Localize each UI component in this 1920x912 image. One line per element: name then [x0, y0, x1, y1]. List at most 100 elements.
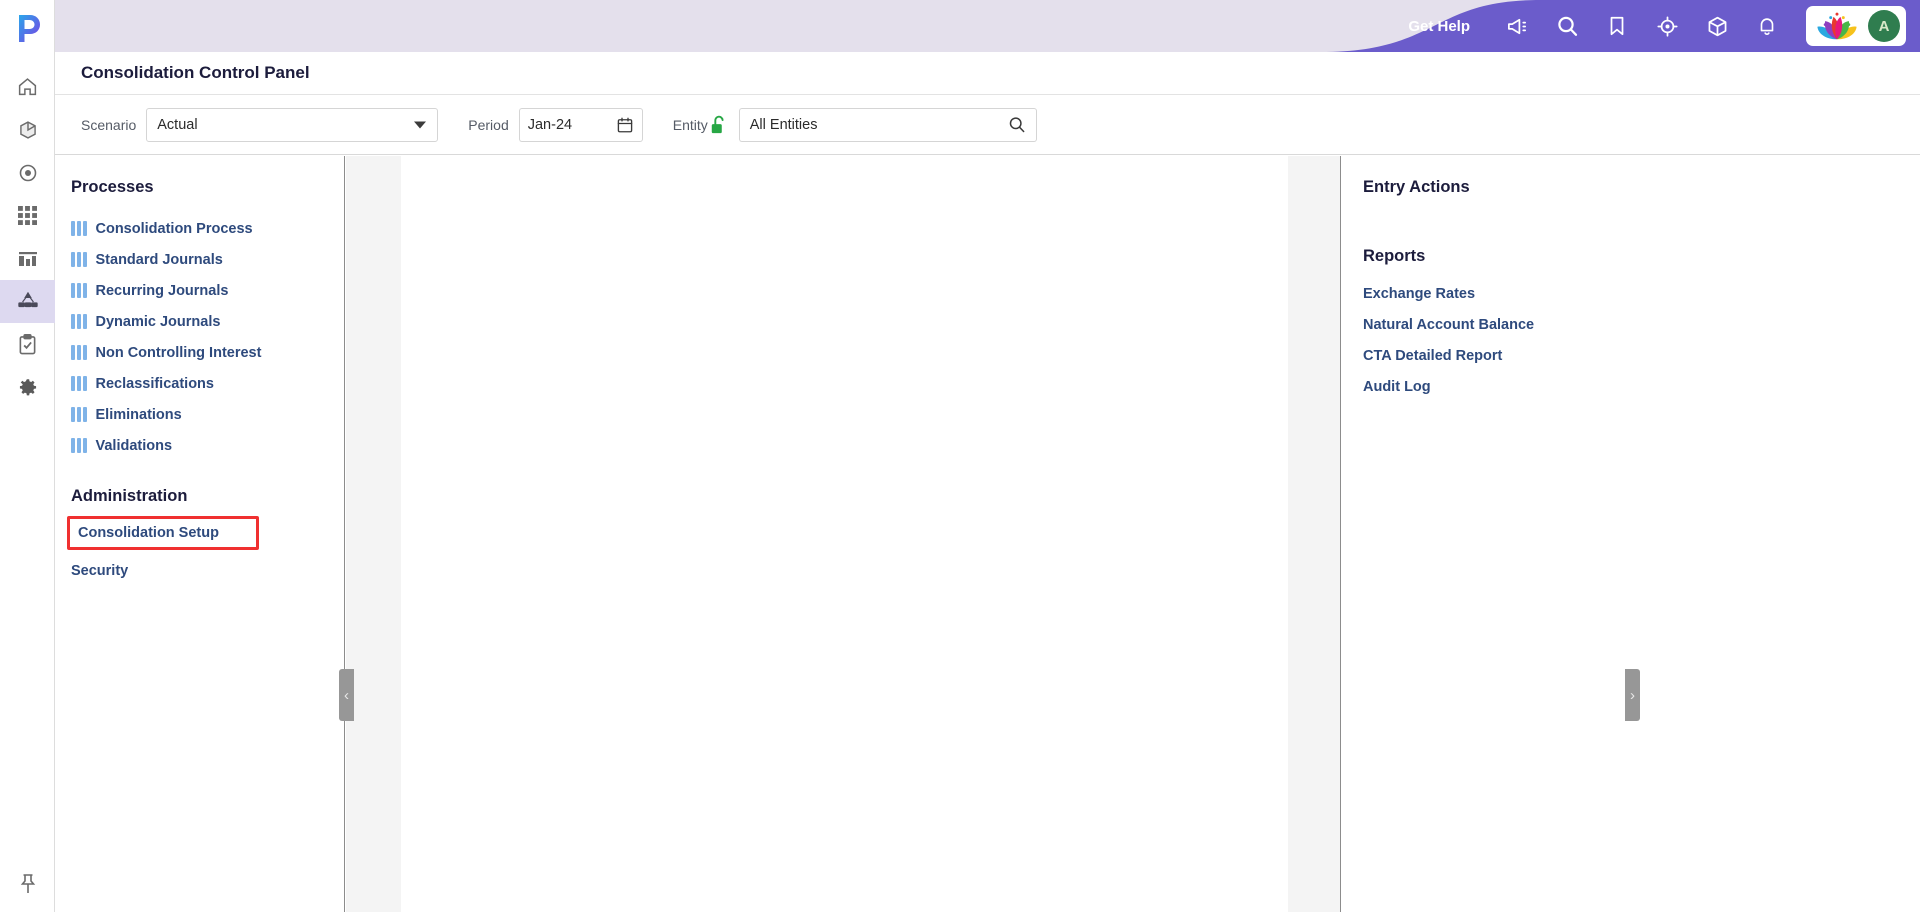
box-icon: [1708, 16, 1726, 36]
scenario-select[interactable]: Actual: [146, 107, 439, 142]
app-logo[interactable]: [0, 0, 55, 55]
sidebar-item-targets[interactable]: [0, 151, 55, 194]
period-value: Jan-24: [527, 116, 573, 133]
sidebar-item-reports[interactable]: [0, 237, 55, 280]
bars-icon: [71, 345, 87, 360]
bars-icon: [71, 407, 87, 422]
top-header: Get Help A: [55, 0, 1920, 52]
bars-icon: [71, 283, 87, 298]
collapse-left-panel-handle[interactable]: ‹: [339, 669, 354, 721]
target-icon: [1656, 15, 1678, 37]
report-item-label: Natural Account Balance: [1363, 316, 1535, 333]
process-item-label: Reclassifications: [95, 375, 214, 392]
bookmarks-button[interactable]: [1592, 0, 1642, 52]
report-item-label: Audit Log: [1363, 378, 1431, 395]
clipboard-check-icon: [19, 334, 36, 355]
sidebar-item-tasks[interactable]: [0, 323, 55, 366]
unlock-icon: [711, 115, 724, 133]
expand-right-panel-handle[interactable]: ›: [1625, 669, 1640, 721]
admin-item-consolidation-setup[interactable]: Consolidation Setup: [67, 516, 259, 550]
process-item-label: Validations: [95, 437, 173, 454]
process-item-label: Eliminations: [95, 406, 182, 423]
right-gutter: [1288, 156, 1340, 912]
header-actions: Get Help A: [1408, 0, 1920, 52]
process-item-dynamic-journals[interactable]: Dynamic Journals: [71, 306, 344, 337]
sidebar-item-models[interactable]: [0, 108, 55, 151]
navigator-button[interactable]: [1642, 0, 1692, 52]
processes-panel: Processes Consolidation Process Standard…: [55, 156, 345, 912]
process-item-eliminations[interactable]: Eliminations: [71, 399, 344, 430]
chevron-down-icon: [414, 121, 427, 128]
process-item-label: Standard Journals: [95, 251, 223, 268]
process-item-label: Consolidation Process: [95, 220, 253, 237]
entity-search-button[interactable]: [996, 107, 1037, 142]
sidebar-item-grid[interactable]: [0, 194, 55, 237]
home-icon: [18, 78, 37, 96]
avatar: A: [1868, 10, 1900, 42]
lotus-logo-icon: [1817, 12, 1857, 40]
bars-icon: [71, 314, 87, 329]
admin-item-security[interactable]: Security: [71, 555, 344, 586]
period-label: Period: [468, 116, 509, 133]
search-button[interactable]: [1542, 0, 1592, 52]
target-dot-icon: [19, 164, 36, 181]
actions-panel-inner: Entry Actions Reports Exchange Rates Nat…: [1341, 156, 1920, 402]
filter-bar: Scenario Actual Period Jan-24 Entity All…: [55, 95, 1920, 155]
get-help-button[interactable]: Get Help: [1408, 18, 1470, 35]
body-area: Processes Consolidation Process Standard…: [55, 156, 1920, 912]
entity-label: Entity: [672, 116, 708, 133]
bars-icon: [71, 438, 87, 453]
admin-item-label: Security: [71, 562, 129, 579]
bar-chart-icon: [18, 251, 37, 266]
report-item-natural-account-balance[interactable]: Natural Account Balance: [1363, 309, 1920, 340]
rail-item-list: [0, 55, 55, 409]
announcements-button[interactable]: [1492, 0, 1542, 52]
bars-icon: [71, 376, 87, 391]
period-input[interactable]: Jan-24: [518, 107, 609, 142]
process-item-label: Non Controlling Interest: [95, 344, 262, 361]
entry-actions-heading: Entry Actions: [1363, 178, 1470, 196]
sidebar-item-consolidation[interactable]: [0, 280, 55, 323]
p-logo-icon: [18, 14, 40, 42]
reports-heading: Reports: [1363, 247, 1426, 265]
entity-input[interactable]: All Entities: [738, 107, 997, 142]
page-title: Consolidation Control Panel: [81, 63, 310, 82]
actions-panel: Entry Actions Reports Exchange Rates Nat…: [1340, 156, 1920, 912]
megaphone-icon: [1507, 18, 1526, 34]
process-item-reclassifications[interactable]: Reclassifications: [71, 368, 344, 399]
administration-list: Consolidation Setup Security: [67, 516, 344, 586]
pin-icon: [20, 874, 35, 893]
period-calendar-button[interactable]: [608, 107, 643, 142]
grid-icon: [18, 206, 37, 225]
user-menu[interactable]: A: [1806, 6, 1906, 46]
sidebar-item-settings[interactable]: [0, 366, 55, 409]
report-item-label: CTA Detailed Report: [1363, 347, 1503, 364]
sidebar-item-home[interactable]: [0, 65, 55, 108]
bars-icon: [71, 252, 87, 267]
entity-lock-button[interactable]: [710, 115, 727, 135]
process-item-standard-journals[interactable]: Standard Journals: [71, 244, 344, 275]
gear-icon: [19, 378, 36, 395]
notifications-button[interactable]: [1742, 0, 1792, 52]
search-icon: [1009, 117, 1025, 133]
process-item-recurring-journals[interactable]: Recurring Journals: [71, 275, 344, 306]
bookmark-icon: [1610, 16, 1624, 36]
process-item-non-controlling-interest[interactable]: Non Controlling Interest: [71, 337, 344, 368]
pin-sidebar-button[interactable]: [0, 864, 55, 904]
process-item-consolidation-process[interactable]: Consolidation Process: [71, 213, 344, 244]
administration-heading: Administration: [71, 487, 188, 505]
apps-button[interactable]: [1692, 0, 1742, 52]
report-item-audit-log[interactable]: Audit Log: [1363, 371, 1920, 402]
report-item-cta-detailed-report[interactable]: CTA Detailed Report: [1363, 340, 1920, 371]
process-item-validations[interactable]: Validations: [71, 430, 344, 461]
bars-icon: [71, 221, 87, 236]
processes-panel-inner: Processes Consolidation Process Standard…: [55, 156, 344, 586]
cube-icon: [19, 120, 36, 139]
scenario-value: Actual: [157, 116, 198, 133]
process-item-label: Dynamic Journals: [95, 313, 221, 330]
hierarchy-icon: [17, 291, 38, 307]
process-item-label: Recurring Journals: [95, 282, 229, 299]
report-item-exchange-rates[interactable]: Exchange Rates: [1363, 278, 1920, 309]
page-title-bar: Consolidation Control Panel: [55, 52, 1920, 95]
left-icon-rail: [0, 0, 55, 912]
